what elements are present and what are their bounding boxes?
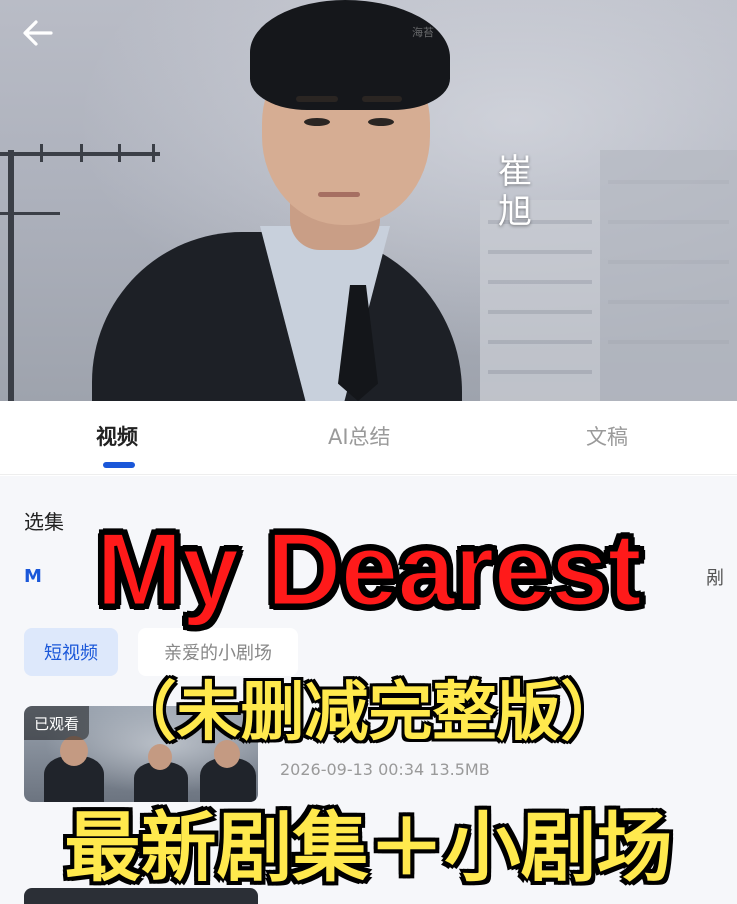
- video-player[interactable]: 海苔 崔 旭: [0, 0, 737, 401]
- overlay-title: My Dearest: [95, 511, 644, 630]
- video-meta: 2026-09-13 00:34 13.5MB: [280, 760, 490, 779]
- overlay-subtitle: （未删减完整版）: [112, 676, 625, 750]
- antenna: [8, 150, 14, 401]
- arrow-left-icon: [23, 20, 53, 46]
- antenna-tick: [80, 144, 83, 162]
- tab-ai-summary[interactable]: AI总结: [328, 421, 391, 451]
- background-building: [600, 150, 737, 401]
- antenna-tick: [152, 144, 155, 162]
- tab-bar: 视频 AI总结 文稿: [0, 401, 737, 475]
- person-eye: [368, 118, 394, 126]
- watermark: 海苔: [412, 26, 434, 39]
- person-mouth: [318, 192, 360, 197]
- antenna-tick: [118, 144, 121, 162]
- back-button[interactable]: [18, 14, 58, 52]
- antenna-bar: [0, 212, 60, 215]
- video-subtitle-name: 崔 旭: [498, 152, 532, 232]
- antenna-tick: [40, 144, 43, 162]
- person-eye: [304, 118, 330, 126]
- tab-indicator: [103, 462, 135, 468]
- overlay-bottom-caption: 最新剧集＋小剧场: [64, 803, 673, 892]
- person-eyebrow: [296, 96, 338, 102]
- tab-transcript[interactable]: 文稿: [586, 421, 628, 451]
- tab-video[interactable]: 视频: [96, 421, 138, 451]
- chip-short-video[interactable]: 短视频: [24, 628, 118, 676]
- person-hair: [250, 0, 450, 110]
- person-eyebrow: [362, 96, 402, 102]
- chip-mini-theater[interactable]: 亲爱的小剧场: [138, 628, 298, 676]
